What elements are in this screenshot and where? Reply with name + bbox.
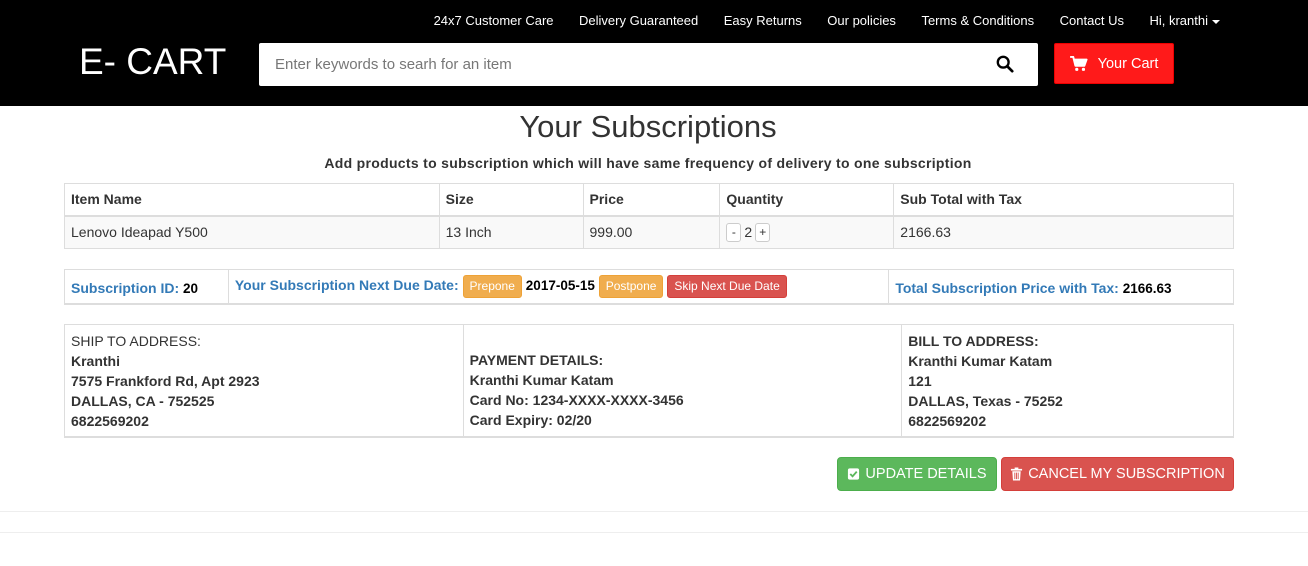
nav-customer-care[interactable]: 24x7 Customer Care	[434, 13, 554, 29]
quantity-value: 2	[744, 224, 753, 241]
address-payment-table: SHIP TO ADDRESS: Kranthi 7575 Frankford …	[64, 324, 1234, 438]
quantity-increase-button[interactable]: +	[755, 222, 771, 242]
nav-easy-returns[interactable]: Easy Returns	[724, 13, 802, 29]
ship-to-address: SHIP TO ADDRESS: Kranthi 7575 Frankford …	[64, 324, 464, 438]
item-price: 999.00	[582, 215, 721, 249]
update-details-label: UPDATE DETAILS	[865, 466, 987, 482]
due-date-label: Your Subscription Next Due Date:	[234, 276, 459, 293]
bill-to-phone: 6822569202	[908, 413, 987, 429]
payment-card-number: Card No: 1234-XXXX-XXXX-3456	[469, 392, 684, 408]
payment-details: PAYMENT DETAILS: Kranthi Kumar Katam Car…	[462, 324, 903, 438]
search-input[interactable]	[259, 43, 959, 86]
cancel-subscription-button[interactable]: CANCEL MY SUBSCRIPTION	[1001, 457, 1234, 491]
item-name: Lenovo Ideapad Y500	[64, 215, 440, 249]
ship-to-phone: 6822569202	[71, 413, 149, 429]
user-menu[interactable]: Hi, kranthi	[1149, 13, 1220, 29]
payment-card-expiry: Card Expiry: 02/20	[469, 412, 592, 428]
divider	[0, 511, 1308, 512]
col-header-price: Price	[582, 183, 721, 217]
table-row: Lenovo Ideapad Y500 13 Inch 999.00 -2 + 2…	[64, 215, 1234, 249]
caret-down-icon	[1212, 19, 1220, 24]
header-bar: 24x7 Customer Care Delivery Guaranteed E…	[0, 0, 1308, 106]
nav-terms-conditions[interactable]: Terms & Conditions	[921, 13, 1034, 29]
nav-contact-us[interactable]: Contact Us	[1060, 13, 1124, 29]
search-bar	[259, 43, 1038, 86]
ship-to-street: 7575 Frankford Rd, Apt 2923	[71, 373, 260, 389]
subscription-id-cell: Subscription ID: 20	[64, 269, 229, 305]
user-menu-label: Hi, kranthi	[1149, 13, 1208, 28]
cancel-subscription-label: CANCEL MY SUBSCRIPTION	[1028, 466, 1225, 482]
shopping-cart-icon	[1069, 55, 1088, 71]
subscription-id-label: Subscription ID:	[71, 280, 180, 297]
subscription-id-value: 20	[183, 281, 199, 297]
bill-to-address: BILL TO ADDRESS: Kranthi Kumar Katam 121…	[901, 324, 1234, 438]
bill-to-heading: BILL TO ADDRESS:	[908, 333, 1039, 349]
total-price-cell: Total Subscription Price with Tax: 2166.…	[888, 269, 1234, 305]
top-nav: 24x7 Customer Care Delivery Guaranteed E…	[434, 13, 1220, 29]
page-subtitle: Add products to subscription which will …	[324, 155, 972, 171]
ship-to-city: DALLAS, CA - 752525	[71, 393, 215, 409]
item-size: 13 Inch	[438, 215, 584, 249]
subscription-info-row: Subscription ID: 20 Your Subscription Ne…	[64, 269, 1234, 305]
total-price-value: 2166.63	[1122, 281, 1172, 297]
due-date-value: 2017-05-15	[525, 277, 595, 293]
nav-our-policies[interactable]: Our policies	[827, 13, 896, 29]
page-title: Your Subscriptions	[519, 109, 777, 144]
total-price-label: Total Subscription Price with Tax:	[895, 280, 1119, 297]
ship-to-name: Kranthi	[71, 353, 120, 369]
divider	[0, 532, 1308, 533]
update-details-button[interactable]: UPDATE DETAILS	[837, 457, 997, 491]
payment-name: Kranthi Kumar Katam	[469, 372, 614, 388]
payment-heading: PAYMENT DETAILS:	[469, 352, 604, 368]
cart-button[interactable]: Your Cart	[1054, 43, 1174, 84]
quantity-stepper: -2 +	[719, 215, 895, 249]
col-header-size: Size	[438, 183, 584, 217]
col-header-quantity: Quantity	[719, 183, 895, 217]
item-subtotal: 2166.63	[893, 215, 1234, 249]
ship-to-heading: SHIP TO ADDRESS:	[71, 333, 201, 349]
postpone-button[interactable]: Postpone	[598, 274, 664, 298]
prepone-button[interactable]: Prepone	[462, 274, 522, 298]
col-header-subtotal: Sub Total with Tax	[893, 183, 1234, 217]
bill-to-city: DALLAS, Texas - 75252	[908, 393, 1063, 409]
check-square-icon	[848, 468, 860, 480]
items-table-header: Item Name Size Price Quantity Sub Total …	[64, 183, 1234, 217]
search-icon[interactable]	[996, 55, 1014, 73]
address-row: SHIP TO ADDRESS: Kranthi 7575 Frankford …	[64, 324, 1234, 438]
trash-icon	[1011, 467, 1023, 481]
col-header-item-name: Item Name	[64, 183, 440, 217]
nav-delivery-guaranteed[interactable]: Delivery Guaranteed	[579, 13, 698, 29]
bill-to-name: Kranthi Kumar Katam	[908, 353, 1053, 369]
skip-next-due-date-button[interactable]: Skip Next Due Date	[667, 274, 787, 298]
due-date-cell: Your Subscription Next Due Date: Prepone…	[227, 269, 890, 305]
bill-to-street: 121	[908, 373, 932, 389]
cart-button-label: Your Cart	[1097, 55, 1159, 72]
items-table: Item Name Size Price Quantity Sub Total …	[64, 183, 1234, 249]
quantity-decrease-button[interactable]: -	[726, 222, 742, 242]
subscription-info-table: Subscription ID: 20 Your Subscription Ne…	[64, 269, 1234, 305]
site-logo[interactable]: E- CART	[79, 42, 226, 82]
